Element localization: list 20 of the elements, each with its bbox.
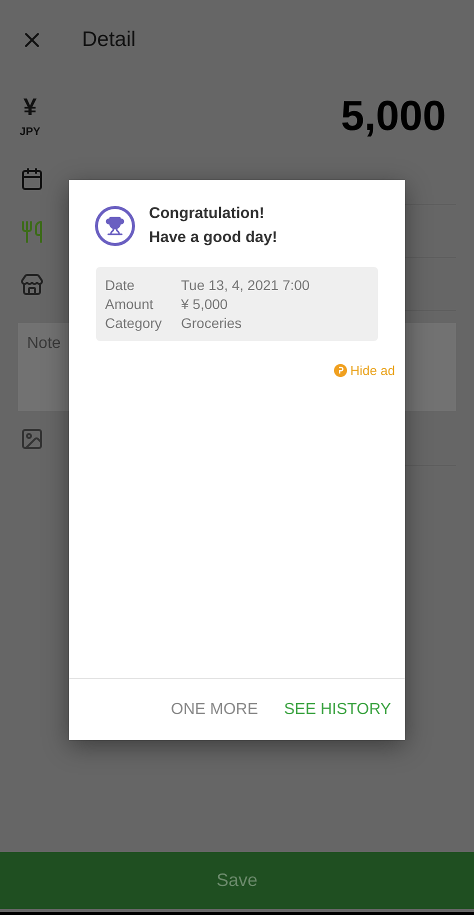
coin-icon — [334, 364, 348, 377]
screen-title: Detail — [82, 28, 136, 52]
detail-label: Date — [105, 277, 136, 293]
see-history-button[interactable]: SEE HISTORY — [284, 700, 391, 718]
image-icon[interactable] — [20, 426, 44, 450]
one-more-button[interactable]: ONE MORE — [170, 700, 258, 718]
dialog-title: Congratulation! — [149, 205, 266, 223]
store-icon[interactable] — [20, 272, 44, 296]
detail-value: Tue 13, 4, 2021 7:00 — [181, 277, 311, 293]
trophy-icon — [95, 206, 135, 246]
currency-code: JPY — [20, 126, 40, 138]
currency-symbol[interactable]: ¥ — [23, 94, 37, 122]
amount-value: 5,000 — [340, 92, 446, 140]
hide-ad-link[interactable]: Hide ad — [334, 363, 395, 378]
detail-label: Amount — [105, 296, 154, 312]
detail-value: Groceries — [181, 315, 243, 331]
dialog-title: Have a good day! — [149, 229, 278, 247]
calendar-icon[interactable] — [20, 166, 44, 190]
detail-value: ¥ 5,000 — [181, 296, 229, 312]
detail-label: Category — [105, 315, 163, 331]
